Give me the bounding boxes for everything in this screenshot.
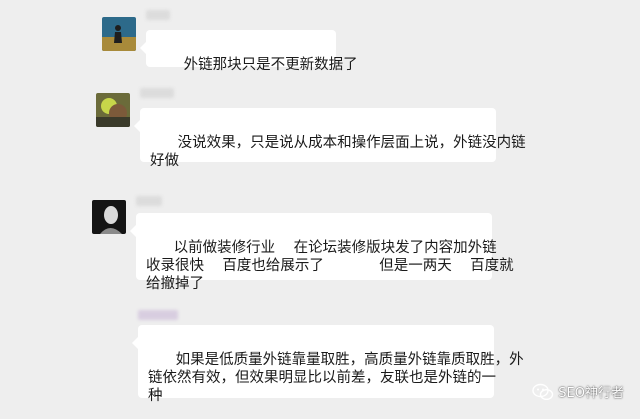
avatar-image-icon <box>96 93 130 127</box>
message-bubble[interactable]: 外链那块只是不更新数据了 <box>140 30 358 73</box>
message-text: 没说效果，只是说从成本和操作层面上说，外链没内链 好做 <box>150 135 526 169</box>
avatar[interactable] <box>102 17 136 51</box>
message-text: 外链那块只是不更新数据了 <box>183 57 358 73</box>
message-text: 以前做装修行业 在论坛装修版块发了内容加外链 收录很快 百度也给展示了 但是一两… <box>146 240 514 292</box>
sender-name-blurred <box>136 196 162 206</box>
message-text: 如果是低质量外链靠量取胜，高质量外链靠质取胜，外 链依然有效，但效果明显比以前差… <box>148 352 524 404</box>
watermark: SEO神行者 <box>532 382 624 401</box>
avatar-image-icon <box>102 17 136 51</box>
chat-conversation: 外链那块只是不更新数据了 没说效果，只是说从成本和操作层面上说，外链没内链 好做 <box>0 0 640 419</box>
avatar[interactable] <box>96 93 130 127</box>
sender-name-blurred <box>140 88 174 98</box>
message-bubble[interactable]: 没说效果，只是说从成本和操作层面上说，外链没内链 好做 <box>134 108 526 169</box>
watermark-text: SEO神行者 <box>558 386 624 401</box>
message-bubble[interactable]: 以前做装修行业 在论坛装修版块发了内容加外链 收录很快 百度也给展示了 但是一两… <box>130 213 514 292</box>
message-bubble[interactable]: 如果是低质量外链靠量取胜，高质量外链靠质取胜，外 链依然有效，但效果明显比以前差… <box>132 325 524 404</box>
wechat-icon <box>532 383 554 400</box>
avatar-image-icon <box>92 200 126 234</box>
sender-name-blurred <box>138 310 178 320</box>
sender-name-blurred <box>146 10 170 20</box>
avatar[interactable] <box>92 200 126 234</box>
